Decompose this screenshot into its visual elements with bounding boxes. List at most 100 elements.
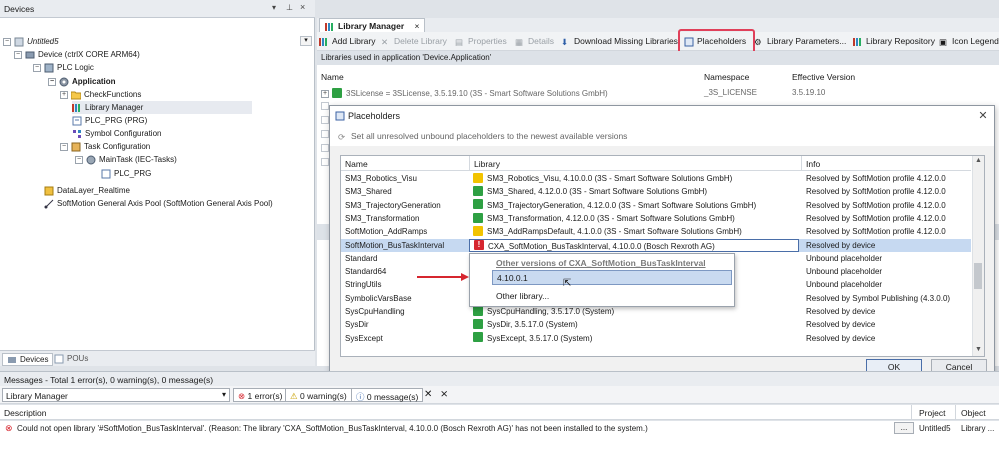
legend-icon: ▣ bbox=[939, 36, 948, 47]
placeholder-row[interactable]: SoftMotion_AddRamps SM3_AddRampsDefault, … bbox=[341, 225, 971, 238]
add-library-button[interactable]: Add Library bbox=[319, 36, 375, 47]
col-name[interactable]: Name bbox=[345, 159, 368, 169]
clear-filter-icon[interactable]: ⨯ bbox=[440, 389, 448, 400]
placeholder-row[interactable]: SM3_Transformation SM3_Transformation, 4.… bbox=[341, 212, 971, 225]
library-column-headers: Name Namespace Effective Version bbox=[317, 70, 999, 83]
dialog-close-button[interactable]: ✕ bbox=[976, 109, 990, 123]
tree-item-plc-logic[interactable]: − PLC Logic bbox=[33, 61, 94, 74]
tree-item-datalayer[interactable]: DataLayer_Realtime bbox=[44, 184, 130, 197]
expand-icon[interactable] bbox=[321, 158, 329, 166]
library-ok-icon bbox=[473, 332, 483, 343]
tree-item-library-manager[interactable]: Library Manager bbox=[72, 101, 252, 114]
expand-icon[interactable]: + bbox=[60, 90, 68, 99]
placeholder-row[interactable]: SysExcept SysExcept, 3.5.17.0 (System) Res… bbox=[341, 332, 971, 345]
placeholder-library[interactable]: SM3_Shared, 4.12.0.0 (3S - Smart Softwar… bbox=[469, 185, 799, 198]
version-item-4-10-0-1[interactable]: 4.10.0.1 bbox=[492, 270, 732, 285]
message-row[interactable]: ⊗ Could not open library '#SoftMotion_Bu… bbox=[0, 421, 999, 435]
col-name[interactable]: Name bbox=[321, 72, 344, 82]
vertical-scrollbar[interactable]: ▲ ▼ bbox=[972, 156, 984, 356]
tab-pous[interactable]: POUs bbox=[50, 353, 92, 366]
collapse-icon[interactable]: − bbox=[48, 77, 56, 86]
expand-icon[interactable]: + bbox=[321, 89, 329, 98]
library-row[interactable]: +3SLicense = 3SLicense, 3.5.19.10 (3S - … bbox=[321, 87, 608, 99]
close-icon[interactable]: × bbox=[300, 2, 305, 12]
icon-legend-button[interactable]: ▣ Icon Legend bbox=[939, 36, 999, 47]
collapse-icon[interactable]: − bbox=[14, 50, 22, 59]
tree-item-symbol-configuration[interactable]: Symbol Configuration bbox=[72, 127, 161, 140]
collapse-icon[interactable]: − bbox=[75, 155, 83, 164]
other-library-item[interactable]: Other library... bbox=[496, 291, 549, 301]
tree-dropdown-icon[interactable]: ▾ bbox=[300, 36, 312, 46]
library-ok-icon bbox=[473, 186, 483, 197]
info-icon: ⓘ bbox=[356, 392, 365, 402]
placeholder-info: Unbound placeholder bbox=[806, 267, 883, 277]
expand-icon[interactable] bbox=[321, 102, 329, 110]
placeholder-row[interactable]: SM3_Robotics_Visu SM3_Robotics_Visu, 4.10… bbox=[341, 172, 971, 185]
properties-button[interactable]: ▤ Properties bbox=[455, 36, 507, 47]
placeholder-row[interactable]: SoftMotion_BusTaskInterval! CXA_SoftMotio… bbox=[341, 238, 971, 252]
library-repository-button[interactable]: Library Repository bbox=[853, 36, 935, 47]
message-source-select[interactable]: Library Manager ▾ bbox=[2, 388, 230, 402]
expand-icon[interactable] bbox=[321, 144, 329, 152]
placeholder-row[interactable]: SM3_TrajectoryGeneration SM3_TrajectoryGe… bbox=[341, 199, 971, 212]
delete-library-button[interactable]: ✕ Delete Library bbox=[381, 36, 447, 47]
col-namespace[interactable]: Namespace bbox=[704, 72, 749, 82]
scroll-up-icon[interactable]: ▲ bbox=[975, 157, 982, 164]
col-effective-version[interactable]: Effective Version bbox=[792, 72, 855, 82]
errors-filter-button[interactable]: ⊗ 1 error(s) bbox=[233, 388, 288, 402]
tree-item-checkfunctions[interactable]: + CheckFunctions bbox=[60, 88, 141, 101]
placeholder-library[interactable]: SM3_TrajectoryGeneration, 4.12.0.0 (3S -… bbox=[469, 199, 799, 212]
download-missing-libraries-button[interactable]: ⬇ Download Missing Libraries bbox=[561, 36, 678, 47]
tree-item-project[interactable]: − Untitled5 bbox=[3, 35, 59, 48]
warnings-filter-button[interactable]: ⚠ 0 warning(s) bbox=[285, 388, 352, 402]
set-all-placeholders-button[interactable]: ⟳ Set all unresolved unbound placeholders… bbox=[330, 128, 994, 146]
placeholder-library-text: CXA_SoftMotion_BusTaskInterval, 4.10.0.0… bbox=[488, 241, 715, 251]
library-ok-icon bbox=[473, 319, 483, 330]
col-project[interactable]: Project bbox=[919, 408, 945, 418]
expand-icon[interactable] bbox=[321, 130, 329, 138]
library-parameters-button[interactable]: ⚙ Library Parameters... bbox=[754, 36, 846, 47]
scrollbar-thumb[interactable] bbox=[974, 263, 982, 289]
messages-toolbar: Library Manager ▾ ⊗ 1 error(s) ⚠ 0 warni… bbox=[0, 386, 999, 404]
dialog-title: Placeholders bbox=[348, 111, 401, 121]
tree-item-maintask[interactable]: − MainTask (IEC-Tasks) bbox=[75, 153, 177, 166]
messages-filter-button[interactable]: ⓘ 0 message(s) bbox=[351, 388, 424, 402]
col-object[interactable]: Object bbox=[961, 408, 986, 418]
placeholder-row[interactable]: SM3_Shared SM3_Shared, 4.12.0.0 (3S - Sma… bbox=[341, 185, 971, 198]
collapse-icon[interactable]: − bbox=[3, 37, 11, 46]
collapse-icon[interactable]: − bbox=[60, 142, 68, 151]
panel-menu-icon[interactable]: ▾ bbox=[272, 3, 276, 12]
clear-messages-icon[interactable]: ✕ bbox=[424, 389, 432, 400]
pin-icon[interactable]: ⊥ bbox=[286, 3, 293, 12]
tree-item-device[interactable]: − Device (ctrlX CORE ARM64) bbox=[14, 48, 140, 61]
placeholder-library[interactable]: SM3_Robotics_Visu, 4.10.0.0 (3S - Smart … bbox=[469, 172, 799, 185]
messages-empty-area bbox=[0, 435, 999, 457]
message-details-button[interactable]: ... bbox=[894, 422, 914, 434]
placeholder-library[interactable]: SM3_AddRampsDefault, 4.1.0.0 (3S - Smart… bbox=[469, 225, 799, 238]
datalayer-icon bbox=[44, 186, 54, 196]
placeholder-name: SymbolicVarsBase bbox=[345, 293, 412, 303]
tree-item-plc-prg[interactable]: PLC_PRG (PRG) bbox=[72, 114, 147, 127]
placeholder-library[interactable]: ! CXA_SoftMotion_BusTaskInterval, 4.10.0.… bbox=[469, 238, 799, 252]
placeholder-library[interactable]: SysDir, 3.5.17.0 (System) bbox=[469, 318, 799, 331]
placeholder-library[interactable]: SysExcept, 3.5.17.0 (System) bbox=[469, 332, 799, 345]
tab-devices[interactable]: Devices bbox=[2, 353, 54, 366]
tree-item-plc-prg-call[interactable]: PLC_PRG bbox=[101, 167, 151, 180]
col-info[interactable]: Info bbox=[806, 159, 820, 169]
close-tab-icon[interactable]: × bbox=[415, 21, 420, 31]
message-object: Library ... bbox=[961, 424, 995, 433]
col-description[interactable]: Description bbox=[4, 408, 47, 418]
placeholder-library[interactable]: SM3_Transformation, 4.12.0.0 (3S - Smart… bbox=[469, 212, 799, 225]
col-library[interactable]: Library bbox=[474, 159, 500, 169]
tree-item-application[interactable]: − Application bbox=[48, 75, 116, 88]
tab-library-manager[interactable]: Library Manager × bbox=[319, 18, 426, 32]
expand-icon[interactable] bbox=[321, 116, 329, 124]
details-button[interactable]: ▦ Details bbox=[515, 36, 554, 47]
tree-item-task-configuration[interactable]: − Task Configuration bbox=[60, 140, 150, 153]
details-icon: ▦ bbox=[515, 36, 524, 47]
collapse-icon[interactable]: − bbox=[33, 63, 41, 72]
tree-item-axis-pool[interactable]: SoftMotion General Axis Pool (SoftMotion… bbox=[44, 197, 273, 210]
placeholder-row[interactable]: SysDir SysDir, 3.5.17.0 (System) Resolved … bbox=[341, 318, 971, 331]
placeholder-name: SoftMotion_AddRamps bbox=[345, 227, 428, 237]
scroll-down-icon[interactable]: ▼ bbox=[975, 346, 982, 353]
